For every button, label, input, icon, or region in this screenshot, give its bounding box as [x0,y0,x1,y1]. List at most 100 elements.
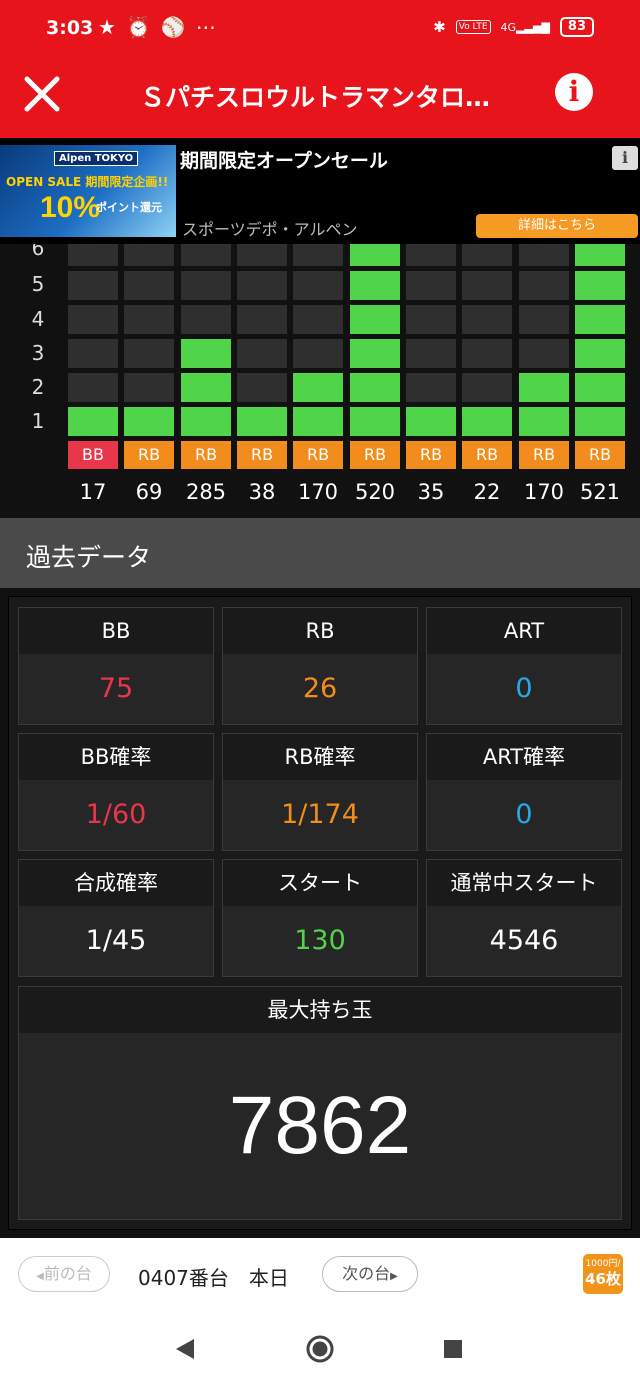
stat-combined-probability: 合成確率 1/45 [18,859,214,977]
prev-label: 前の台 [43,1264,92,1283]
chart-cell [575,373,625,402]
chart-cell [68,271,118,300]
chart-cell [124,373,174,402]
chart-cell [575,244,625,266]
y-label-4: 4 [31,307,45,331]
chart-cell [575,305,625,334]
chart-cell [575,339,625,368]
page-title: Ｓパチスロウルトラマンタロ… [140,83,491,112]
game-count-label: 520 [354,480,396,504]
game-count-label: 521 [579,480,621,504]
ad-details-button[interactable]: 詳細はこちら [476,214,638,238]
chart-cell [406,407,456,436]
max-balls-label: 最大持ち玉 [19,987,621,1033]
chart-cell [237,305,287,334]
info-icon[interactable]: i [555,73,593,111]
chart-cell [462,373,512,402]
bonus-type-tag: RB [124,441,174,469]
chart-cell [350,407,400,436]
chart-cell [406,305,456,334]
chart-cell [350,244,400,266]
chart-cell [293,407,343,436]
system-nav-bar [0,1310,640,1387]
bonus-type-tag: RB [237,441,287,469]
y-label-6: 6 [31,244,45,260]
chart-cell [406,373,456,402]
y-label-1: 1 [31,409,45,433]
stat-label: 通常中スタート [427,860,621,906]
chart-cell [237,407,287,436]
chart-cell [462,244,512,266]
stat-value: 1/45 [19,906,213,976]
stat-value: 75 [19,654,213,724]
chart-cell [519,244,569,266]
chart-cell [406,244,456,266]
more-dots-icon: ⋯ [195,15,226,39]
chart-cell [350,373,400,402]
chevron-right-icon: ▶ [390,1271,398,1282]
chart-cell [462,339,512,368]
coin-rate-badge[interactable]: 1000円/ 46枚 [583,1254,623,1294]
stat-start: スタート 130 [222,859,418,977]
signal-icon: 4G▂▃▅▇ [500,20,550,34]
chart-cell [124,244,174,266]
ad-info-icon[interactable]: i [612,146,638,170]
chart-cell [575,407,625,436]
game-count-label: 38 [248,480,276,504]
chart-cell [68,373,118,402]
chart-cell [181,244,231,266]
chart-cell [519,271,569,300]
chart-cell [406,339,456,368]
ad-title[interactable]: 期間限定オープンセール [180,146,388,173]
bonus-type-tag: BB [68,441,118,469]
home-icon[interactable] [305,1334,335,1364]
chart-cell [181,339,231,368]
coin-rate-price: 1000円/ [585,1259,621,1269]
stat-value: 0 [427,780,621,850]
chart-cell [68,407,118,436]
bonus-type-tag: RB [462,441,512,469]
chart-cell [350,271,400,300]
chart-cell [293,339,343,368]
ad-banner[interactable]: Alpen TOKYO OPEN SALE 期間限定企画!! 10% ポイント還… [0,138,640,244]
stat-label: BB [19,608,213,654]
chart-cell [181,407,231,436]
chart-cell [519,305,569,334]
chart-cell [519,339,569,368]
chart-cell [124,305,174,334]
y-label-2: 2 [31,375,45,399]
bonus-history-chart: 6 5 4 3 2 1 BB 17 RB 69 RB 285 RB 38 RB 170 RB 520 R… [8,244,630,510]
back-icon[interactable] [174,1337,196,1361]
ad-image-percent: 10% [40,191,101,224]
prev-machine-button[interactable]: ◀前の台 [18,1256,110,1292]
ad-image[interactable]: Alpen TOKYO OPEN SALE 期間限定企画!! 10% ポイント還… [0,145,176,237]
chart-cell [181,305,231,334]
volte-badge: Vo LTE [455,20,491,34]
game-count-label: 22 [473,480,501,504]
stat-bb: BB 75 [18,607,214,725]
ad-image-points: ポイント還元 [96,201,162,214]
stat-label: ART [427,608,621,654]
stat-art: ART 0 [426,607,622,725]
chart-cell [293,271,343,300]
stat-label: RB確率 [223,734,417,780]
stat-label: ART確率 [427,734,621,780]
chart-cell [68,339,118,368]
coin-rate-count: 46枚 [585,1270,621,1288]
status-time: 3:03 [46,17,94,39]
next-label: 次の台 [342,1264,391,1283]
ad-image-sale: OPEN SALE 期間限定企画!! [6,175,169,189]
chart-cell [462,305,512,334]
stat-label: 合成確率 [19,860,213,906]
chart-cell [575,271,625,300]
stat-label: スタート [223,860,417,906]
max-balls-value: 7862 [228,1080,412,1171]
chart-cell [237,339,287,368]
next-machine-button[interactable]: 次の台▶ [322,1256,418,1292]
max-balls-card: 最大持ち玉 7862 [18,986,622,1220]
chart-cell [181,271,231,300]
chart-cell [237,244,287,266]
past-data-header: 過去データ [0,518,640,588]
close-icon[interactable] [22,74,62,114]
recents-icon[interactable] [443,1339,463,1359]
